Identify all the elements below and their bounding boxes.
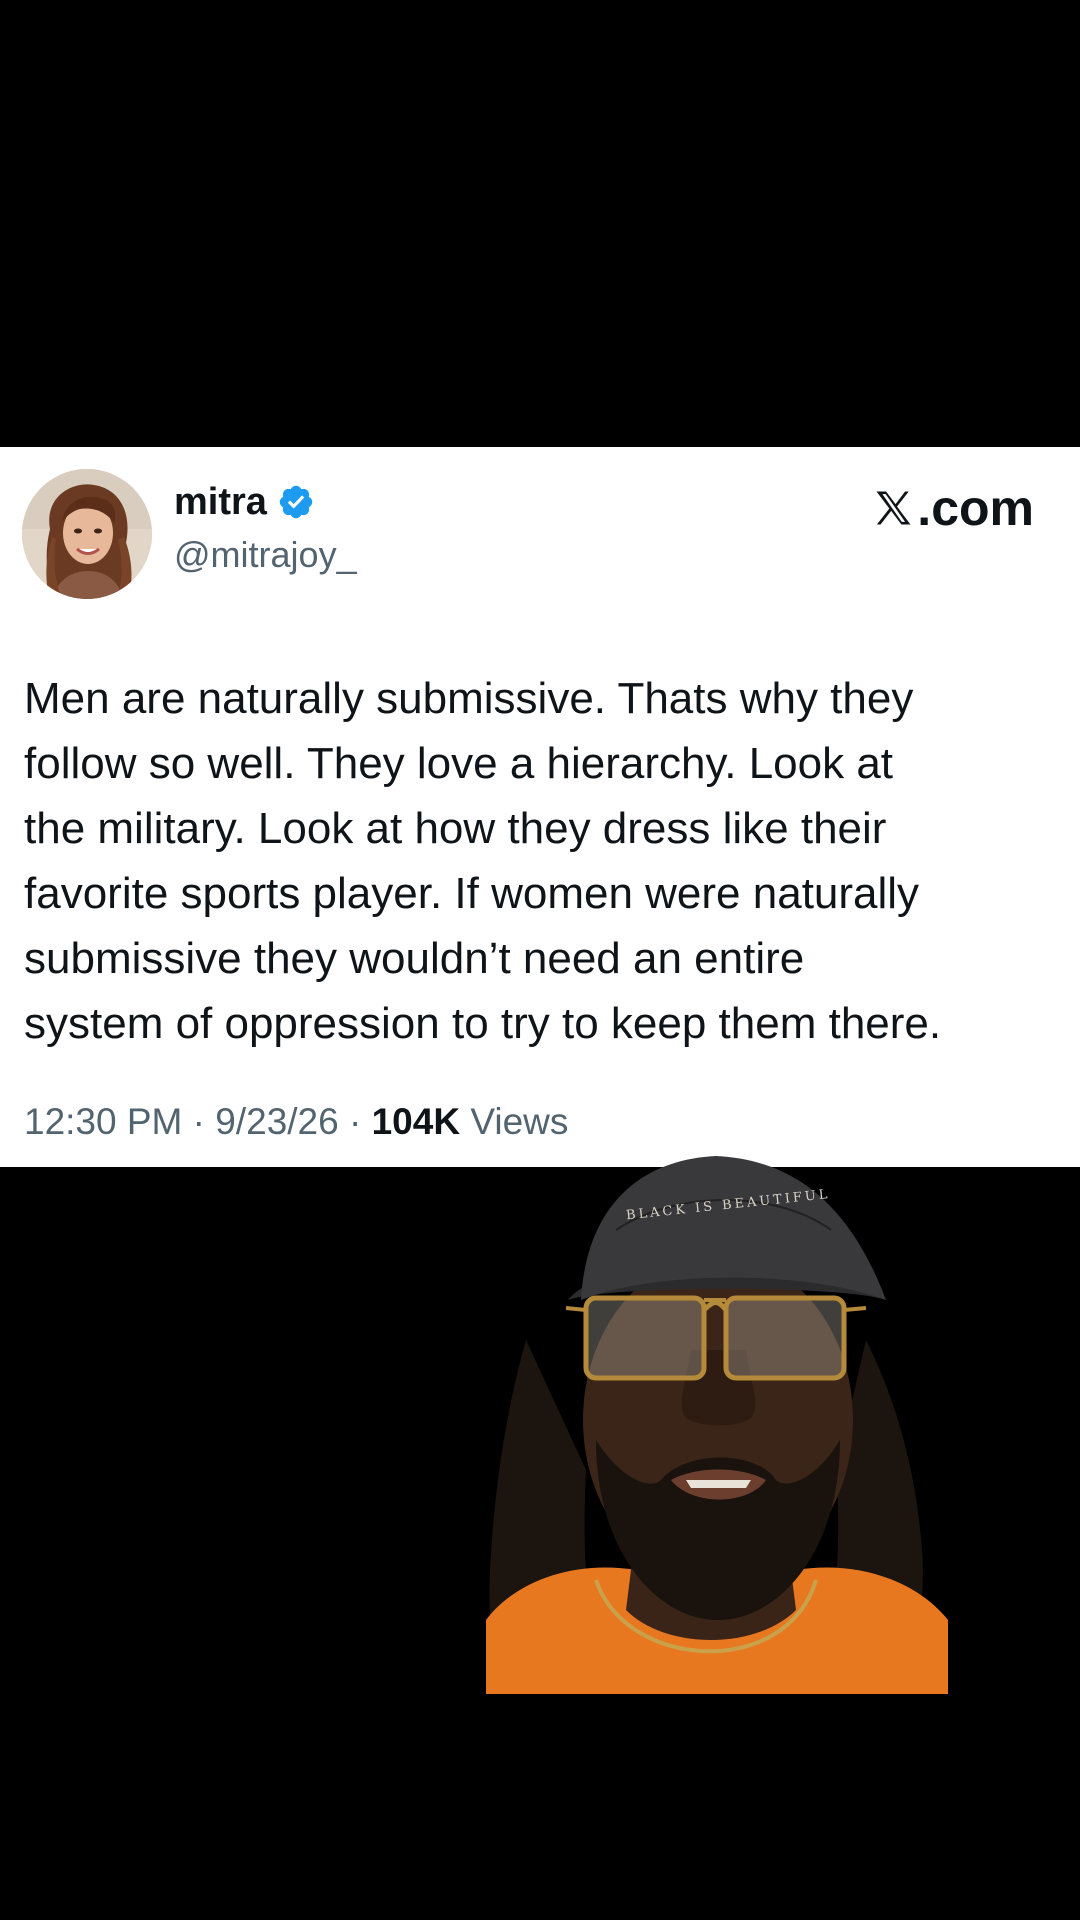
- video-overlay: BLACK IS BEAUTIFUL: [486, 1150, 948, 1694]
- avatar[interactable]: [22, 469, 152, 599]
- user-handle[interactable]: @mitrajoy_: [174, 537, 357, 573]
- meta-separator: ·: [338, 1101, 372, 1142]
- brand-label: .com: [871, 483, 1034, 533]
- tweet-meta: 12:30 PM · 9/23/26 · 104K Views: [24, 1103, 568, 1140]
- tweet-time[interactable]: 12:30 PM: [24, 1101, 182, 1142]
- profile-photo-icon: [22, 469, 152, 599]
- views-count: 104K: [371, 1101, 461, 1142]
- x-logo-icon: [876, 491, 911, 525]
- meta-separator: ·: [182, 1101, 216, 1142]
- verified-badge-icon: [277, 483, 315, 521]
- brand-domain: .com: [917, 480, 1034, 536]
- tweet-card: mitra @mitrajoy_ .com Men are naturally …: [0, 447, 1080, 1167]
- tweet-date[interactable]: 9/23/26: [215, 1101, 338, 1142]
- person-cutout-icon: BLACK IS BEAUTIFUL: [486, 1156, 948, 1694]
- author-row: mitra: [174, 483, 315, 521]
- tweet-text: Men are naturally submissive. Thats why …: [24, 674, 942, 1048]
- display-name[interactable]: mitra: [174, 483, 267, 521]
- views-label: Views: [460, 1101, 569, 1142]
